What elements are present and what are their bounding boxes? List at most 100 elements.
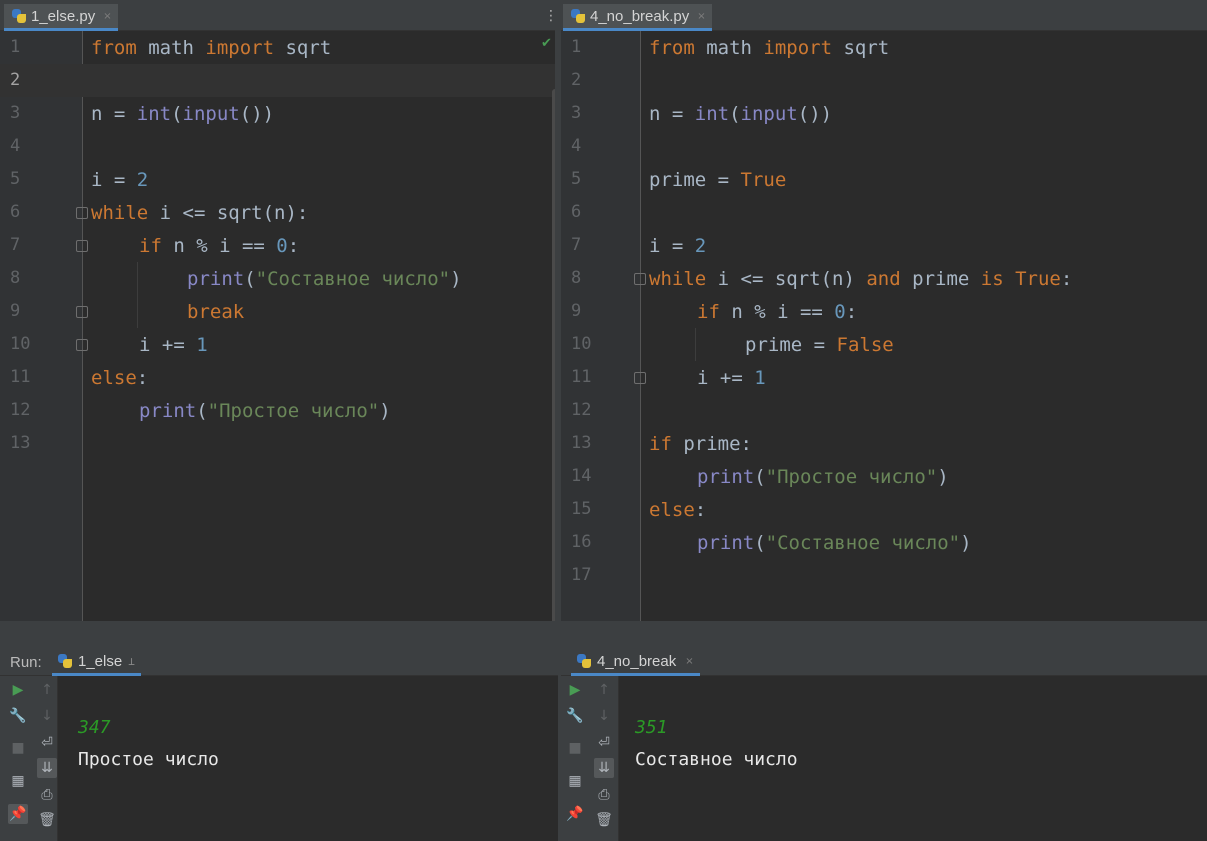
code-line: 11 else: [10, 367, 149, 389]
code-line: 14 print("Простое число") [571, 466, 949, 488]
arrow-down-icon[interactable]: ↓ [594, 706, 614, 726]
console-input-value: 351 [635, 717, 668, 738]
code-line: 16 print("Составное число") [571, 532, 972, 554]
line-number: 12 [571, 400, 592, 420]
code-line: 2 [561, 64, 1207, 97]
code-line: 7i = 2 [571, 235, 707, 257]
pin-tab-icon[interactable]: 📌 [565, 804, 585, 824]
code-line: 8 print("Составное число") [10, 268, 462, 290]
stop-icon[interactable]: ■ [8, 738, 28, 758]
indent-guide [695, 328, 696, 361]
line-number: 6 [10, 202, 21, 222]
code-line: 5i = 2 [10, 169, 149, 191]
line-number: 7 [571, 235, 582, 255]
console-output: Составное число [635, 749, 798, 770]
code-line: 6 [561, 196, 1207, 229]
line-number: 7 [10, 235, 21, 255]
line-number: 8 [571, 268, 582, 288]
rerun-icon[interactable]: ▶ [565, 680, 585, 700]
editor-run-separator [0, 621, 1207, 649]
fold-marker-icon[interactable] [76, 240, 88, 252]
line-number: 5 [571, 169, 582, 189]
run-console-right[interactable]: ▶ 🔧 ■ ▦ 📌 ↑ ↓ ⏎ ⇊ ⎙ 🗑 351 Составное числ… [561, 676, 1207, 841]
python-icon [577, 654, 591, 668]
code-line: 2 [0, 64, 555, 97]
scroll-to-end-icon[interactable]: ⇊ [37, 758, 57, 778]
line-number: 2 [10, 70, 21, 90]
run-toolbar: ▶ 🔧 ■ ▦ 📌 ↑ ↓ ⏎ ⇊ ⎙ 🗑 [0, 676, 58, 841]
code-line: 8 while i <= sqrt(n) and prime is True: [571, 268, 1073, 290]
line-number: 8 [10, 268, 21, 288]
code-line: 15 else: [571, 499, 707, 521]
right-editor[interactable]: 1 from math import sqrt 2 3n = int(input(… [561, 31, 1207, 621]
console-output: Простое число [78, 749, 219, 770]
tab-4-no-break[interactable]: 4_no_break.py × [563, 4, 712, 31]
run-header-left: Run: 1_else ⊥ [0, 649, 558, 676]
code-line: 13 if prime: [571, 433, 752, 455]
scroll-to-end-icon[interactable]: ⇊ [594, 758, 614, 778]
run-tab-1-else[interactable]: 1_else ⊥ [52, 649, 141, 676]
run-label: Run: [10, 654, 42, 671]
console-input-value: 347 [78, 717, 111, 738]
fold-marker-icon[interactable] [76, 207, 88, 219]
line-number: 12 [10, 400, 31, 420]
code-line: 1 from math import sqrt [571, 37, 890, 59]
code-line: 17 [561, 559, 1207, 592]
close-icon[interactable]: × [685, 656, 693, 667]
code-line: 11 i += 1 [571, 367, 766, 389]
line-number: 10 [10, 334, 31, 354]
code-line: 4 [561, 130, 1207, 163]
line-number: 3 [10, 103, 21, 123]
right-tabbar: 4_no_break.py × [561, 0, 1207, 31]
arrow-down-icon[interactable]: ↓ [37, 706, 57, 726]
trash-icon[interactable]: 🗑 [37, 810, 57, 830]
close-icon[interactable]: × [697, 11, 705, 22]
fold-marker-icon[interactable] [76, 339, 88, 351]
wrench-icon[interactable]: 🔧 [8, 706, 28, 726]
rerun-icon[interactable]: ▶ [8, 680, 28, 700]
python-file-icon [12, 9, 26, 23]
run-tab-4-no-break[interactable]: 4_no_break × [571, 649, 700, 676]
soft-wrap-icon[interactable]: ⏎ [594, 733, 614, 753]
line-number: 17 [571, 565, 592, 585]
layout-icon[interactable]: ▦ [8, 771, 28, 791]
fold-marker-icon[interactable] [76, 306, 88, 318]
run-console-left[interactable]: ▶ 🔧 ■ ▦ 📌 ↑ ↓ ⏎ ⇊ ⎙ 🗑 347 Простое число [0, 676, 558, 841]
line-number: 1 [571, 37, 582, 57]
run-header-right: 4_no_break × [561, 649, 1207, 676]
wrench-icon[interactable]: 🔧 [565, 706, 585, 726]
code-line: 3n = int(input()) [10, 103, 275, 125]
code-line: 9 if n % i == 0: [571, 301, 858, 323]
indent-guide [137, 262, 138, 328]
line-number: 11 [571, 367, 592, 387]
line-number: 4 [10, 136, 21, 156]
left-editor[interactable]: ✔ 1 from math import sqrt 2 3n = int(inpu… [0, 31, 555, 621]
code-line: 13 [0, 427, 555, 460]
fold-marker-icon[interactable] [634, 273, 646, 285]
code-line: 5 prime = True [571, 169, 787, 191]
arrow-up-icon[interactable]: ↑ [37, 680, 57, 700]
stop-icon[interactable]: ■ [565, 738, 585, 758]
line-number: 9 [571, 301, 582, 321]
line-number: 1 [10, 37, 21, 57]
close-icon[interactable]: × [103, 11, 111, 22]
trash-icon[interactable]: 🗑 [594, 810, 614, 830]
code-line: 12 [561, 394, 1207, 427]
tab-1-else[interactable]: 1_else.py × [4, 4, 118, 31]
layout-icon[interactable]: ▦ [565, 771, 585, 791]
run-tab-label: 1_else [78, 652, 123, 670]
fold-marker-icon[interactable] [634, 372, 646, 384]
python-file-icon [571, 9, 585, 23]
pin-tab-icon[interactable]: 📌 [8, 804, 28, 824]
soft-wrap-icon[interactable]: ⏎ [37, 733, 57, 753]
run-toolbar: ▶ 🔧 ■ ▦ 📌 ↑ ↓ ⏎ ⇊ ⎙ 🗑 [561, 676, 619, 841]
tab-label: 1_else.py [31, 7, 96, 25]
code-line: 10 prime = False [571, 334, 894, 356]
python-icon [58, 654, 72, 668]
arrow-up-icon[interactable]: ↑ [594, 680, 614, 700]
line-number: 16 [571, 532, 592, 552]
line-number: 3 [571, 103, 582, 123]
print-icon[interactable]: ⎙ [594, 785, 614, 805]
print-icon[interactable]: ⎙ [37, 785, 57, 805]
pin-icon[interactable]: ⊥ [128, 655, 135, 668]
